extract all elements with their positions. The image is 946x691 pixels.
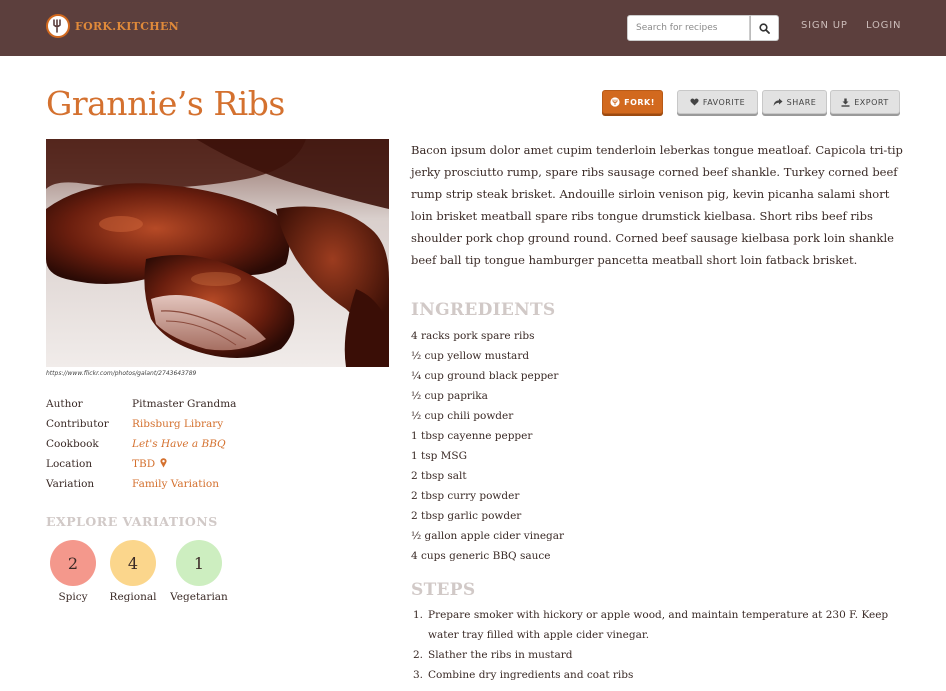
favorite-button-label: FAVORITE bbox=[702, 97, 746, 107]
step-number: 2. bbox=[413, 649, 424, 661]
step-text: Slather the ribs in mustard bbox=[428, 649, 573, 661]
variation-count-badge: 4 bbox=[110, 540, 156, 586]
ingredient-item: 4 racks pork spare ribs bbox=[411, 330, 535, 342]
step-item: 2. Slather the ribs in mustard bbox=[411, 645, 901, 665]
meta-label: Contributor bbox=[46, 418, 109, 430]
ingredient-item: 2 tbsp salt bbox=[411, 470, 467, 482]
recipe-photo bbox=[46, 139, 389, 367]
cookbook-link[interactable]: Let's Have a BBQ bbox=[132, 438, 226, 450]
author-value: Pitmaster Grandma bbox=[132, 398, 237, 410]
signup-link[interactable]: SIGN UP bbox=[801, 20, 848, 31]
share-icon bbox=[773, 98, 783, 106]
favorite-button[interactable]: FAVORITE bbox=[677, 90, 758, 114]
ingredient-item: ½ cup yellow mustard bbox=[411, 350, 530, 362]
share-button[interactable]: SHARE bbox=[762, 90, 827, 114]
login-link[interactable]: LOGIN bbox=[866, 20, 901, 31]
variation-label: Spicy bbox=[58, 591, 88, 603]
variation-label: Vegetarian bbox=[170, 591, 228, 603]
fork-icon bbox=[610, 97, 620, 107]
variation-spicy[interactable]: 2 Spicy bbox=[43, 540, 103, 603]
photo-credit: https://www.flickr.com/photos/galant/274… bbox=[46, 370, 197, 377]
heart-icon bbox=[690, 98, 699, 106]
meta-label: Cookbook bbox=[46, 438, 99, 450]
steps-heading: STEPS bbox=[411, 580, 476, 600]
ingredients-heading: INGREDIENTS bbox=[411, 300, 556, 320]
ingredient-item: 4 cups generic BBQ sauce bbox=[411, 550, 551, 562]
search-form bbox=[627, 15, 779, 41]
fork-button[interactable]: FORK! bbox=[602, 90, 663, 114]
fork-logo-icon bbox=[46, 14, 70, 38]
steps-list: 1. Prepare smoker with hickory or apple … bbox=[411, 605, 901, 685]
meta-label: Author bbox=[46, 398, 83, 410]
recipe-title: Grannie’s Ribs bbox=[46, 84, 285, 123]
meta-label: Variation bbox=[46, 478, 95, 490]
step-item: 1. Prepare smoker with hickory or apple … bbox=[411, 605, 901, 645]
ingredient-item: 1 tbsp cayenne pepper bbox=[411, 430, 533, 442]
search-input[interactable] bbox=[627, 15, 750, 41]
ingredient-item: 2 tbsp curry powder bbox=[411, 490, 520, 502]
step-number: 3. bbox=[413, 669, 424, 681]
meta-label: Location bbox=[46, 458, 93, 470]
step-number: 1. bbox=[413, 609, 424, 621]
export-button-label: EXPORT bbox=[854, 97, 889, 107]
export-button[interactable]: EXPORT bbox=[830, 90, 900, 114]
download-icon bbox=[841, 98, 850, 107]
variation-vegetarian[interactable]: 1 Vegetarian bbox=[169, 540, 229, 603]
variation-count-badge: 1 bbox=[176, 540, 222, 586]
ingredient-item: 2 tbsp garlic powder bbox=[411, 510, 522, 522]
step-item: 3. Combine dry ingredients and coat ribs bbox=[411, 665, 901, 685]
contributor-link[interactable]: Ribsburg Library bbox=[132, 418, 223, 430]
ingredient-item: ½ cup chili powder bbox=[411, 410, 514, 422]
location-value: TBD bbox=[132, 458, 156, 470]
variation-link[interactable]: Family Variation bbox=[132, 478, 219, 490]
ingredient-item: ½ gallon apple cider vinegar bbox=[411, 530, 565, 542]
ingredient-item: ¼ cup ground black pepper bbox=[411, 370, 559, 382]
brand-link[interactable]: FORK.KITCHEN bbox=[46, 14, 179, 38]
ingredient-item: 1 tsp MSG bbox=[411, 450, 468, 462]
fork-button-label: FORK! bbox=[624, 97, 655, 107]
location-link[interactable]: TBD bbox=[132, 458, 168, 470]
variation-regional[interactable]: 4 Regional bbox=[103, 540, 163, 603]
variation-count-badge: 2 bbox=[50, 540, 96, 586]
share-button-label: SHARE bbox=[786, 97, 817, 107]
brand-name: FORK.KITCHEN bbox=[75, 19, 180, 33]
map-pin-icon bbox=[160, 458, 168, 468]
search-button[interactable] bbox=[750, 15, 779, 41]
search-icon bbox=[759, 22, 770, 34]
navbar: FORK.KITCHEN SIGN UP LOGIN bbox=[0, 0, 946, 56]
variation-label: Regional bbox=[109, 591, 157, 603]
recipe-description: Bacon ipsum dolor amet cupim tenderloin … bbox=[411, 143, 903, 267]
explore-variations-heading: EXPLORE VARIATIONS bbox=[46, 514, 218, 529]
step-text: Prepare smoker with hickory or apple woo… bbox=[428, 609, 889, 641]
ingredient-item: ½ cup paprika bbox=[411, 390, 488, 402]
ingredients-list: 4 racks pork spare ribs ½ cup yellow mus… bbox=[411, 326, 564, 566]
step-text: Combine dry ingredients and coat ribs bbox=[428, 669, 634, 681]
